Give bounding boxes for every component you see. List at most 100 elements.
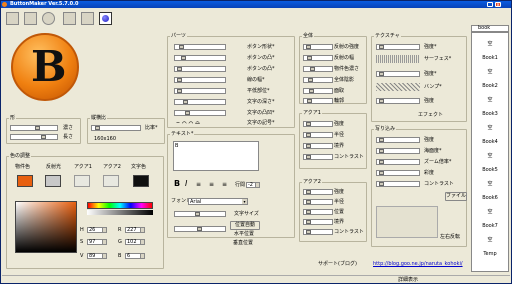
- parts-slider-1[interactable]: [174, 44, 226, 50]
- gray-ball-icon[interactable]: [42, 12, 55, 25]
- line-spacing-input[interactable]: -2: [246, 182, 260, 188]
- book-select[interactable]: book: [471, 25, 509, 32]
- list-item[interactable]: Book1: [472, 55, 508, 61]
- list-item[interactable]: 空: [472, 125, 508, 131]
- texture-slider-1[interactable]: [376, 44, 420, 50]
- tab-base[interactable]: 物件色: [15, 164, 30, 170]
- button-preview: B: [11, 33, 79, 101]
- tab-aqua1[interactable]: アクア1: [74, 164, 92, 170]
- embed-slider-4[interactable]: [376, 170, 420, 176]
- text-size-slider[interactable]: [174, 211, 226, 217]
- parts-label-8: 文字の記号*: [247, 120, 275, 126]
- aqua2-slider-5[interactable]: [303, 229, 333, 235]
- parts-slider-3[interactable]: [174, 66, 226, 72]
- v-input[interactable]: 89: [87, 253, 107, 259]
- swatch-text[interactable]: [133, 175, 149, 187]
- align-right-icon[interactable]: ≡: [222, 182, 227, 188]
- tab-textcolor[interactable]: 文字色: [131, 164, 146, 170]
- aqua1-slider-1[interactable]: [303, 121, 333, 127]
- list-item[interactable]: 空: [472, 237, 508, 243]
- parts-slider-7[interactable]: [174, 110, 226, 116]
- swatch-aqua1[interactable]: [74, 175, 90, 187]
- bump-patterns[interactable]: [376, 83, 420, 91]
- list-item[interactable]: Book7: [472, 223, 508, 229]
- file-button[interactable]: ファイル: [445, 192, 467, 201]
- auto-position-button[interactable]: 位置自動: [230, 221, 260, 230]
- edit-icon[interactable]: [81, 12, 94, 25]
- list-item[interactable]: 空: [472, 97, 508, 103]
- blue-ball-icon[interactable]: [99, 12, 112, 25]
- r-input[interactable]: 227: [125, 227, 145, 233]
- font-select[interactable]: Arial: [188, 198, 248, 205]
- all-slider-6[interactable]: [303, 98, 333, 104]
- list-item[interactable]: Book3: [472, 111, 508, 117]
- save-icon[interactable]: [63, 12, 76, 25]
- all-slider-2[interactable]: [303, 55, 333, 61]
- swatch-aqua2[interactable]: [103, 175, 119, 187]
- all-slider-5[interactable]: [303, 88, 333, 94]
- ratio-slider[interactable]: [91, 125, 141, 131]
- list-item[interactable]: Book5: [472, 167, 508, 173]
- swatch-base[interactable]: [17, 175, 33, 187]
- all-slider-4[interactable]: [303, 77, 333, 83]
- hue-bar[interactable]: [87, 202, 153, 209]
- aqua2-slider-4[interactable]: [303, 219, 333, 225]
- list-item[interactable]: 空: [472, 69, 508, 75]
- aqua1-slider-4[interactable]: [303, 154, 333, 160]
- align-center-icon[interactable]: ≡: [209, 182, 214, 188]
- aqua2-slider-2[interactable]: [303, 199, 333, 205]
- texture-slider-2[interactable]: [376, 71, 420, 77]
- all-slider-1[interactable]: [303, 44, 333, 50]
- aqua1-slider-3[interactable]: [303, 143, 333, 149]
- embed-slider-3[interactable]: [376, 159, 420, 165]
- list-item[interactable]: Book6: [472, 195, 508, 201]
- film-icon[interactable]: [6, 12, 19, 25]
- g-input[interactable]: 102: [125, 239, 145, 245]
- texture-slider-3[interactable]: [376, 98, 420, 104]
- texture-patterns[interactable]: [376, 55, 420, 63]
- color-square[interactable]: [15, 201, 77, 253]
- curve-icons[interactable]: ⌣ ⌒ ⌒ ⌓: [176, 120, 200, 126]
- toolbar: [3, 10, 149, 28]
- aqua1-slider-2[interactable]: [303, 132, 333, 138]
- tab-reflect[interactable]: 反射光: [46, 164, 61, 170]
- list-item[interactable]: 空: [472, 41, 508, 47]
- length-slider[interactable]: [10, 134, 58, 140]
- dark-slider[interactable]: [10, 125, 58, 131]
- support-link[interactable]: http://blog.goo.ne.jp/naruta_kohoki/: [373, 261, 463, 267]
- embed-slider-2[interactable]: [376, 148, 420, 154]
- list-item[interactable]: 空: [472, 209, 508, 215]
- list-item[interactable]: 空: [472, 181, 508, 187]
- parts-slider-2[interactable]: [174, 55, 226, 61]
- aqua2-slider-1[interactable]: [303, 189, 333, 195]
- tab-aqua2[interactable]: アクア2: [103, 164, 121, 170]
- length-label: 長さ: [63, 134, 74, 140]
- aqua2-label-1: 強度: [334, 189, 345, 195]
- aqua1-label-1: 強度: [334, 121, 345, 127]
- parts-slider-4[interactable]: [174, 77, 226, 83]
- list-item[interactable]: 空: [472, 153, 508, 159]
- list-item[interactable]: Temp: [472, 251, 508, 257]
- detail-toggle[interactable]: 詳細表示: [398, 277, 418, 283]
- bold-icon[interactable]: B: [174, 180, 180, 188]
- parts-slider-5[interactable]: [174, 88, 226, 94]
- list-item[interactable]: Book2: [472, 83, 508, 89]
- aqua2-slider-3[interactable]: [303, 209, 333, 215]
- embed-slider-1[interactable]: [376, 137, 420, 143]
- h-input[interactable]: 26: [87, 227, 107, 233]
- minimize-button[interactable]: _: [487, 2, 493, 7]
- close-button[interactable]: ×: [495, 2, 501, 7]
- text-input[interactable]: B: [173, 141, 259, 171]
- swatch-reflect[interactable]: [45, 175, 61, 187]
- hpos-slider[interactable]: [174, 226, 226, 232]
- embed-slider-5[interactable]: [376, 181, 420, 187]
- value-bar[interactable]: [87, 210, 153, 215]
- italic-icon[interactable]: I: [185, 180, 187, 188]
- parts-slider-6[interactable]: [174, 99, 226, 105]
- b-input[interactable]: 6: [125, 253, 145, 259]
- all-slider-3[interactable]: [303, 66, 333, 72]
- s-input[interactable]: 97: [87, 239, 107, 245]
- list-item[interactable]: Book4: [472, 139, 508, 145]
- film-strip-icon[interactable]: [24, 12, 37, 25]
- align-left-icon[interactable]: ≡: [196, 182, 201, 188]
